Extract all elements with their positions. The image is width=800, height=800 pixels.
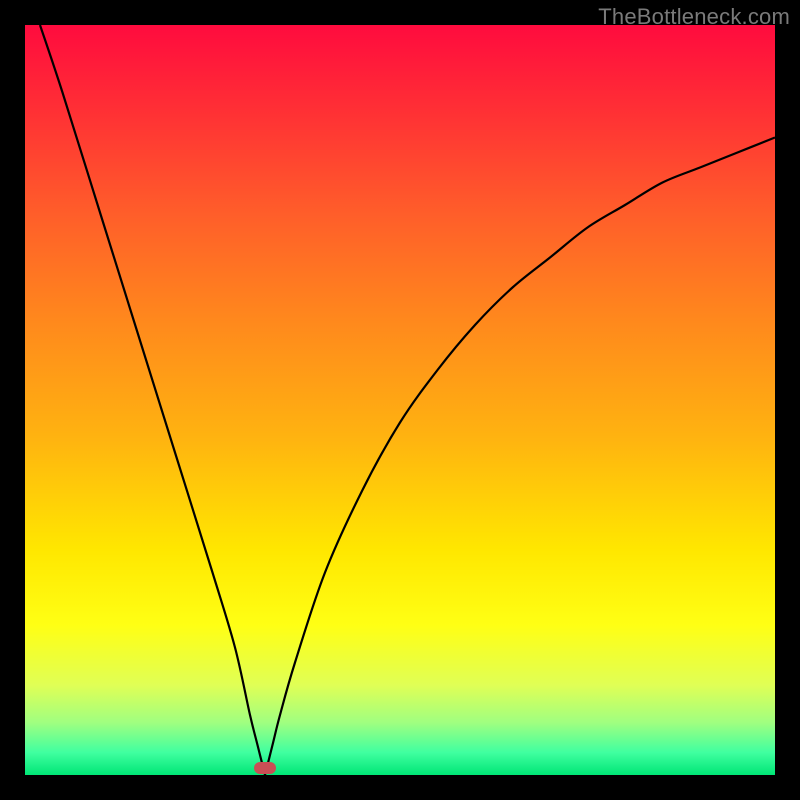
curve-right-branch xyxy=(265,138,775,776)
bottleneck-curve xyxy=(25,25,775,775)
chart-plot-area xyxy=(25,25,775,775)
curve-left-branch xyxy=(40,25,265,775)
optimal-point-marker xyxy=(254,762,276,774)
